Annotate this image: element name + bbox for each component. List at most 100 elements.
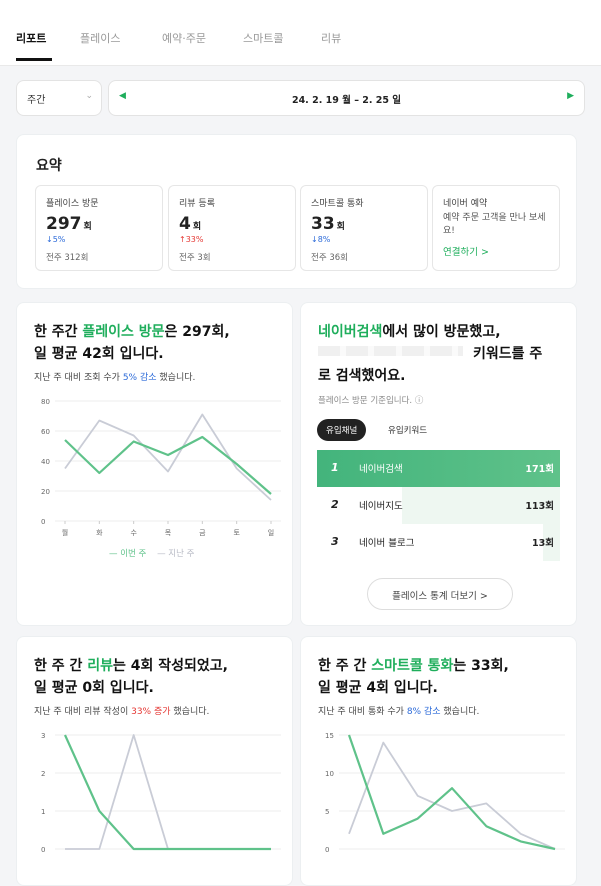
summary-item-unit: 회 [192, 222, 202, 232]
summary-item-value: 33 [311, 214, 335, 234]
review-subtext: 지난 주 대비 리뷰 작성이 33% 증가 했습니다. [34, 704, 209, 717]
summary-item-place-visit[interactable]: 플레이스 방문 297 회 ↓5% 전주 312회 [35, 185, 163, 271]
place-visit-card: 한 주간 플레이스 방문은 297회, 일 평균 42회 입니다. 지난 주 대… [16, 302, 293, 626]
channel-headline-line2: 키워드를 주 [473, 346, 543, 362]
rank-number: 2 [331, 498, 339, 511]
headline-text: 에서 많이 방문했고, [382, 324, 501, 340]
sub-text: 지난 주 대비 조회 수가 [34, 373, 123, 383]
visit-line-chart: 0 20 40 60 80 월 화 수 목 금 토 일 [41, 398, 281, 537]
date-range-picker: ◀ 24. 2. 19 월 – 2. 25 일 ▶ [108, 80, 585, 116]
summary-item-smartcall[interactable]: 스마트콜 통화 33 회 ↓8% 전주 36회 [300, 185, 428, 271]
summary-item-unit: 회 [83, 222, 92, 232]
tab-review[interactable]: 리뷰 [321, 30, 341, 46]
channel-headline-line3: 로 검색했어요. [318, 368, 406, 384]
summary-item-value: 297 [46, 214, 82, 234]
visit-headline: 한 주간 플레이스 방문은 297회, 일 평균 42회 입니다. [34, 321, 230, 365]
report-tabs: 리포트 플레이스 예약·주문 스마트콜 리뷰 [0, 0, 601, 66]
sub-text: 지난 주 대비 리뷰 작성이 [34, 707, 132, 717]
x-tick-label: 월 [62, 528, 68, 537]
headline-text: 는 4회 작성되었고, [113, 658, 228, 674]
call-subtext: 지난 주 대비 통화 수가 8% 감소 했습니다. [318, 704, 479, 717]
y-tick-label: 1 [41, 808, 45, 816]
sub-change: 8% 감소 [406, 707, 441, 717]
sub-change: 5% 감소 [122, 373, 157, 383]
summary-item-prev: 전주 312회 [46, 253, 89, 263]
inflow-channel-card: 네이버검색에서 많이 방문했고, 키워드를 주 로 검색했어요. 플레이스 방문… [300, 302, 577, 626]
date-bar: 주간 ⌄ ◀ 24. 2. 19 월 – 2. 25 일 ▶ [16, 80, 585, 116]
y-tick-label: 0 [41, 518, 45, 526]
place-stats-more-button[interactable]: 플레이스 통계 더보기 > [367, 578, 513, 610]
series-line-this-week [63, 734, 271, 851]
headline-highlight: 리뷰 [87, 658, 114, 674]
summary-item-label: 리뷰 등록 [179, 199, 215, 209]
review-headline: 한 주 간 리뷰는 4회 작성되었고, 일 평균 0회 입니다. [34, 655, 228, 699]
smartcall-card: 한 주 간 스마트콜 통화는 33회, 일 평균 4회 입니다. 지난 주 대비… [300, 636, 577, 886]
sub-text: 했습니다. [156, 373, 196, 383]
summary-item-naver-booking[interactable]: 네이버 예약 예약 주문 고객을 만나 보세요! 연결하기 > [432, 185, 560, 271]
summary-item-review[interactable]: 리뷰 등록 4회 ↑33% 전주 3회 [168, 185, 296, 271]
headline-text: 한 주 간 [34, 658, 88, 674]
x-tick-label: 금 [199, 529, 206, 537]
tab-report[interactable]: 리포트 [16, 30, 46, 46]
rank-count: 113회 [525, 501, 554, 512]
summary-item-value: 4 [179, 214, 191, 234]
legend-last-week: — 지난 주 [157, 549, 195, 559]
sub-change: 33% 증가 [131, 707, 171, 717]
summary-item-change: ↑33% [179, 235, 204, 244]
rank-row: 3 네이버 블로그 13회 [317, 524, 560, 561]
y-tick-label: 10 [325, 770, 334, 778]
legend-this-week: — 이번 주 [109, 549, 147, 559]
tab-inflow-keyword[interactable]: 유입키워드 [379, 419, 436, 441]
visit-subtext: 지난 주 대비 조회 수가 5% 감소 했습니다. [34, 370, 195, 383]
headline-line2: 일 평균 42회 입니다. [34, 346, 164, 362]
x-tick-label: 화 [96, 529, 103, 537]
headline-text: 한 주간 [34, 324, 83, 340]
rank-row: 1 네이버검색 171회 [317, 450, 560, 487]
y-tick-label: 5 [325, 808, 329, 816]
sub-text: 지난 주 대비 통화 수가 [318, 707, 407, 717]
review-card: 한 주 간 리뷰는 4회 작성되었고, 일 평균 0회 입니다. 지난 주 대비… [16, 636, 293, 886]
y-tick-label: 40 [41, 458, 50, 466]
sub-text: 했습니다. [170, 707, 210, 717]
headline-line2: 일 평균 0회 입니다. [34, 680, 154, 696]
connect-link[interactable]: 연결하기 > [443, 244, 549, 258]
tab-place[interactable]: 플레이스 [80, 30, 120, 46]
next-week-icon[interactable]: ▶ [567, 91, 574, 101]
summary-item-unit: 회 [336, 222, 345, 232]
y-tick-label: 3 [41, 732, 45, 740]
y-tick-label: 20 [41, 488, 50, 496]
headline-highlight: 네이버검색 [318, 324, 383, 340]
sub-text: 했습니다. [440, 707, 480, 717]
tab-booking-order[interactable]: 예약·주문 [162, 30, 206, 46]
period-select-value: 주간 [27, 95, 46, 106]
rank-name: 네이버검색 [359, 464, 403, 475]
rank-count: 171회 [525, 464, 554, 475]
smartcall-line-chart: 0 5 10 15 [325, 732, 565, 854]
date-range-label: 24. 2. 19 월 – 2. 25 일 [291, 95, 402, 106]
series-line-this-week [64, 435, 272, 495]
summary-title: 요약 [36, 158, 62, 174]
channel-subtext: 플레이스 방문 기준입니다. ⓘ [318, 396, 424, 406]
summary-item-change: ↓5% [46, 235, 66, 244]
summary-item-label: 네이버 예약 [443, 199, 488, 209]
rank-count: 13회 [532, 538, 554, 549]
y-tick-label: 60 [41, 428, 50, 436]
series-line-last-week [65, 734, 271, 850]
headline-highlight: 스마트콜 통화 [371, 658, 454, 674]
channel-headline: 네이버검색에서 많이 방문했고, [318, 321, 501, 343]
summary-card: 요약 플레이스 방문 297 회 ↓5% 전주 312회 리뷰 등록 4회 ↑33… [16, 134, 577, 289]
rank-bar [317, 450, 560, 487]
headline-text: 는 33회, [453, 658, 509, 674]
rank-name: 네이버 블로그 [359, 538, 415, 549]
tab-inflow-channel[interactable]: 유입채널 [317, 419, 367, 441]
series-line-last-week [348, 741, 556, 850]
x-tick-label: 수 [130, 529, 137, 537]
period-select[interactable]: 주간 ⌄ [16, 80, 102, 116]
headline-highlight: 플레이스 방문 [82, 324, 165, 340]
tab-smartcall[interactable]: 스마트콜 [243, 30, 283, 46]
y-tick-label: 80 [41, 398, 50, 406]
headline-text: 한 주 간 [318, 658, 372, 674]
y-tick-label: 0 [41, 846, 45, 854]
call-headline: 한 주 간 스마트콜 통화는 33회, 일 평균 4회 입니다. [318, 655, 509, 699]
headline-line2: 일 평균 4회 입니다. [318, 680, 438, 696]
